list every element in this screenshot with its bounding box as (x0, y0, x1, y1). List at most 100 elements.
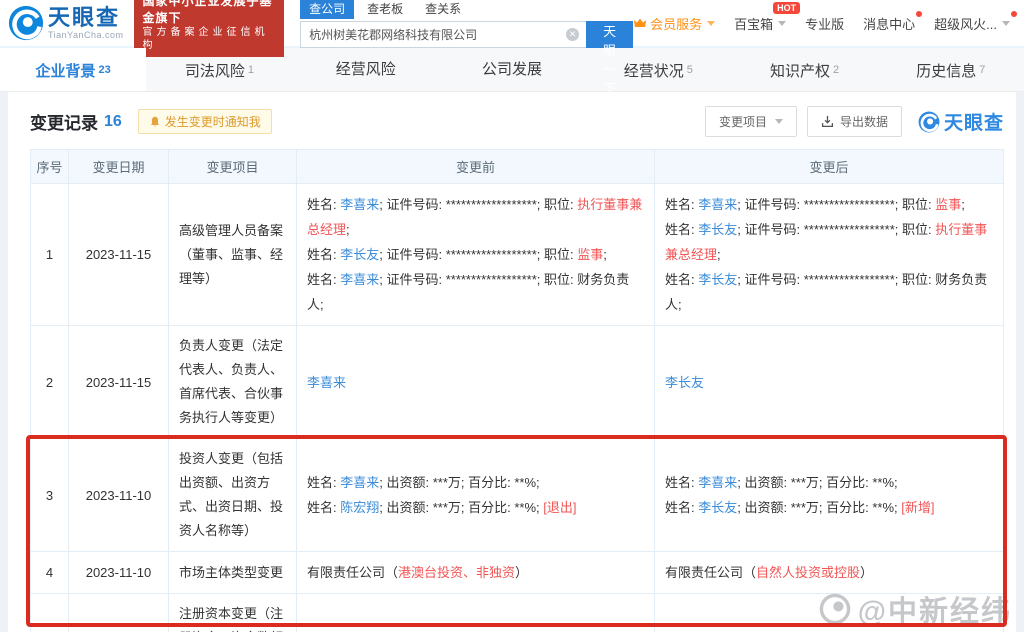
person-link[interactable]: 李喜来 (340, 475, 379, 490)
tab-label: 历史信息 (916, 63, 976, 80)
tab-label: 知识产权 (770, 63, 830, 80)
person-link[interactable]: 李长友 (340, 247, 379, 262)
tab-知识产权[interactable]: 知识产权2 (731, 48, 877, 91)
cell-line: 李喜来 (307, 370, 644, 395)
cell-text: ; 证件号码: ******************; 职位: (737, 197, 935, 212)
section-count: 16 (104, 113, 122, 131)
tianyancha-watermark-icon (918, 111, 940, 133)
tab-司法风险[interactable]: 司法风险1 (146, 48, 292, 91)
search-button[interactable]: 天眼一下 (586, 21, 633, 48)
cell-line: 姓名: 李喜来; 出资额: ***万; 百分比: **%; (307, 470, 644, 495)
change-item-cell: 注册资本变更（注册资金、资金数额等变更） (169, 594, 297, 632)
tab-label: 公司发展 (482, 61, 542, 78)
search-input[interactable] (300, 21, 586, 48)
table-body: 12023-11-15高级管理人员备案（董事、监事、经理等）姓名: 李喜来; 证… (31, 184, 1004, 632)
seq-cell: 1 (31, 184, 69, 326)
person-link[interactable]: 李喜来 (307, 375, 346, 390)
tab-经营风险[interactable]: 经营风险 (293, 48, 439, 91)
change-item-cell: 投资人变更（包括出资额、出资方式、出资日期、投资人名称等） (169, 439, 297, 552)
person-link[interactable]: 李喜来 (340, 197, 379, 212)
column-header: 序号 (31, 150, 69, 184)
cell-text: [退出] (543, 500, 576, 515)
cell-text: 姓名: (307, 500, 340, 515)
date-cell: 2023-11-10 (69, 552, 169, 594)
export-label: 导出数据 (840, 113, 888, 130)
person-link[interactable]: 陈宏翔 (340, 500, 379, 515)
tab-count: 2 (833, 64, 839, 76)
filter-label: 变更项目 (719, 113, 767, 130)
tab-count: 23 (99, 64, 111, 76)
seq-cell: 5 (31, 594, 69, 632)
cell-line: 有限责任公司（自然人投资或控股） (665, 560, 993, 585)
tab-历史信息[interactable]: 历史信息7 (878, 48, 1024, 91)
before-cell: 姓名: 李喜来; 出资额: ***万; 百分比: **%;姓名: 陈宏翔; 出资… (297, 439, 655, 552)
cell-text: 姓名: (665, 475, 698, 490)
column-header: 变更前 (297, 150, 655, 184)
tab-公司发展[interactable]: 公司发展 (439, 48, 585, 91)
cell-text: 监事 (577, 247, 603, 262)
tab-label: 经营风险 (336, 61, 396, 78)
cell-text: 港澳台投资、非独资 (398, 565, 515, 580)
cell-line: 姓名: 李喜来; 出资额: ***万; 百分比: **%; (665, 470, 993, 495)
cell-text: ; (717, 247, 721, 262)
logo-subtext: TianYanCha.com (48, 31, 124, 40)
logo-text: 天眼查 (48, 7, 124, 29)
cell-text: 姓名: (307, 272, 340, 287)
download-icon (821, 115, 834, 128)
change-item-filter-dropdown[interactable]: 变更项目 (705, 106, 797, 137)
tianyancha-logo-icon (8, 5, 44, 41)
search-tab-查老板[interactable]: 查老板 (358, 0, 412, 19)
cell-text: ; (603, 247, 607, 262)
tab-label: 经营状况 (624, 63, 684, 80)
search-area: 查公司查老板查关系 ✕ 天眼一下 (300, 0, 633, 48)
cell-text: 监事 (935, 197, 961, 212)
tianyancha-logo[interactable]: 天眼查 TianYanCha.com (8, 5, 124, 41)
cell-text: ; 证件号码: ******************; 职位: (737, 222, 935, 237)
tab-经营状况[interactable]: 经营状况5 (585, 48, 731, 91)
person-link[interactable]: 李喜来 (340, 272, 379, 287)
person-link[interactable]: 李长友 (698, 222, 737, 237)
person-link[interactable]: 李长友 (698, 272, 737, 287)
nav-label: 超级风火... (934, 14, 997, 33)
nav-item-专业版[interactable]: 专业版 (805, 14, 844, 33)
crown-icon (633, 17, 647, 29)
person-link[interactable]: 李喜来 (698, 197, 737, 212)
tab-企业背景[interactable]: 企业背景23 (0, 48, 146, 91)
section-title: 变更记录 (30, 109, 98, 134)
notification-dot (916, 11, 922, 17)
seq-cell: 3 (31, 439, 69, 552)
chevron-down-icon (707, 21, 715, 26)
search-tab-查公司[interactable]: 查公司 (300, 0, 354, 19)
person-link[interactable]: 李长友 (698, 500, 737, 515)
notification-dot (1011, 11, 1017, 17)
notify-on-change-button[interactable]: 发生变更时通知我 (138, 109, 272, 134)
table-row: 22023-11-15负责人变更（法定代表人、负责人、首席代表、合伙事务执行人等… (31, 326, 1004, 439)
cell-line: 姓名: 李喜来; 证件号码: ******************; 职位: 执… (307, 192, 644, 242)
clear-search-icon[interactable]: ✕ (566, 28, 579, 41)
nav-item-超级风火...[interactable]: 超级风火... (934, 14, 1010, 33)
after-cell: 李长友 (655, 326, 1004, 439)
table-row: 52023-11-10注册资本变更（注册资金、资金数额等变更）500500 (31, 594, 1004, 632)
search-tab-查关系[interactable]: 查关系 (416, 0, 470, 19)
cell-line: 姓名: 李长友; 证件号码: ******************; 职位: 执… (665, 217, 993, 267)
nav-item-会员服务[interactable]: 会员服务 (633, 14, 715, 33)
cell-text: 姓名: (307, 247, 340, 262)
export-data-button[interactable]: 导出数据 (807, 106, 902, 137)
cell-text: 自然人投资或控股 (756, 565, 860, 580)
search-type-tabs: 查公司查老板查关系 (300, 0, 633, 19)
cell-line: 有限责任公司（港澳台投资、非独资） (307, 560, 644, 585)
date-cell: 2023-11-15 (69, 184, 169, 326)
header-nav: 会员服务百宝箱HOT 专业版消息中心超级风火... (633, 14, 1014, 33)
person-link[interactable]: 李喜来 (698, 475, 737, 490)
cell-text: 姓名: (665, 197, 698, 212)
cell-text: ; (346, 222, 350, 237)
chevron-down-icon (1002, 21, 1010, 26)
cell-line: 500 (307, 626, 644, 632)
before-cell: 500 (297, 594, 655, 632)
tab-count: 1 (248, 64, 254, 76)
cell-text: ） (515, 565, 528, 580)
person-link[interactable]: 李长友 (665, 375, 704, 390)
before-cell: 有限责任公司（港澳台投资、非独资） (297, 552, 655, 594)
nav-item-消息中心[interactable]: 消息中心 (863, 14, 915, 33)
nav-item-百宝箱[interactable]: 百宝箱HOT (734, 14, 786, 33)
